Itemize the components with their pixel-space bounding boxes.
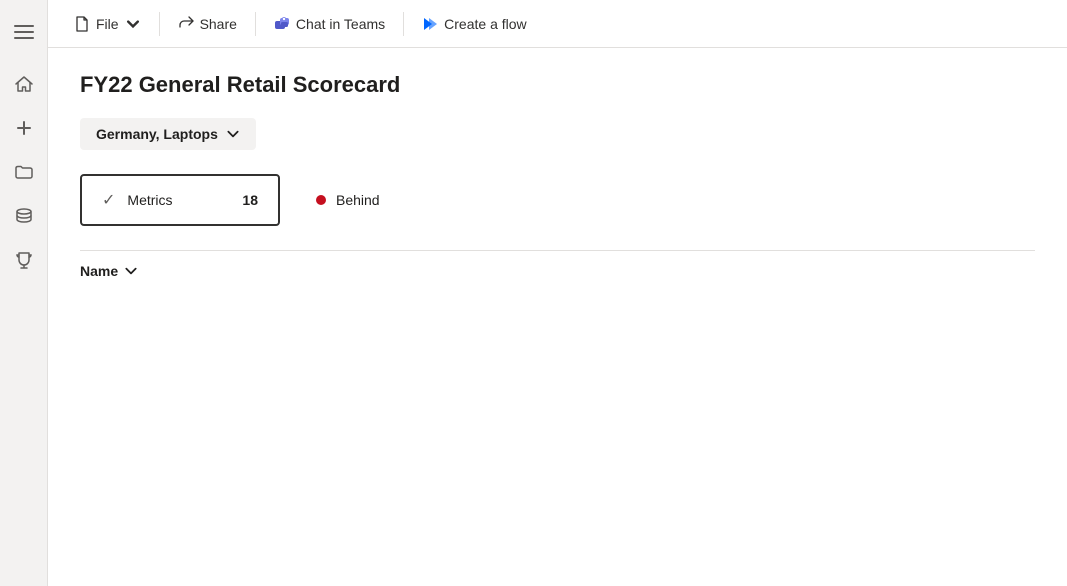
create-flow-label: Create a flow [444,16,526,32]
share-button[interactable]: Share [168,10,247,38]
file-label: File [96,16,119,32]
file-button[interactable]: File [64,10,151,38]
sidebar-item-data[interactable] [6,198,42,234]
sidebar-item-create[interactable] [6,110,42,146]
toolbar-divider-1 [159,12,160,36]
power-automate-icon [422,16,438,32]
sidebar-item-goals[interactable] [6,242,42,278]
file-chevron-icon [125,16,141,32]
checkmark-icon: ✓ [102,190,115,210]
page-title: FY22 General Retail Scorecard [80,72,1035,98]
filter-dropdown-button[interactable]: Germany, Laptops [80,118,256,150]
sidebar-item-hamburger[interactable] [6,14,42,50]
table-header: Name [80,250,1035,281]
toolbar: File Share Chat in Teams [48,0,1067,48]
metrics-card[interactable]: ✓ Metrics 18 [80,174,280,226]
name-column-header[interactable]: Name [80,263,138,279]
plus-icon [14,118,34,138]
database-icon [14,206,34,226]
metrics-count: 18 [242,192,258,208]
main-area: File Share Chat in Teams [48,0,1067,586]
filter-value: Germany, Laptops [96,126,218,142]
content-area: FY22 General Retail Scorecard Germany, L… [48,48,1067,586]
status-card[interactable]: Behind [296,174,400,226]
file-icon [74,16,90,32]
share-label: Share [200,16,237,32]
name-column-label: Name [80,263,118,279]
behind-dot-icon [316,195,326,205]
toolbar-divider-2 [255,12,256,36]
create-flow-button[interactable]: Create a flow [412,10,536,38]
cards-row: ✓ Metrics 18 Behind [80,174,1035,226]
hamburger-icon [14,22,34,42]
folder-icon [14,162,34,182]
chat-teams-button[interactable]: Chat in Teams [264,10,395,38]
chat-teams-label: Chat in Teams [296,16,385,32]
teams-icon [274,16,290,32]
sidebar-item-browse[interactable] [6,154,42,190]
status-label: Behind [336,192,380,208]
trophy-icon [14,250,34,270]
sidebar [0,0,48,586]
toolbar-divider-3 [403,12,404,36]
share-icon [178,16,194,32]
metrics-label: Metrics [127,192,230,208]
home-icon [14,74,34,94]
chevron-down-icon [226,127,240,141]
name-column-sort-icon [124,264,138,278]
sidebar-item-home[interactable] [6,66,42,102]
filter-row: Germany, Laptops [80,118,1035,150]
